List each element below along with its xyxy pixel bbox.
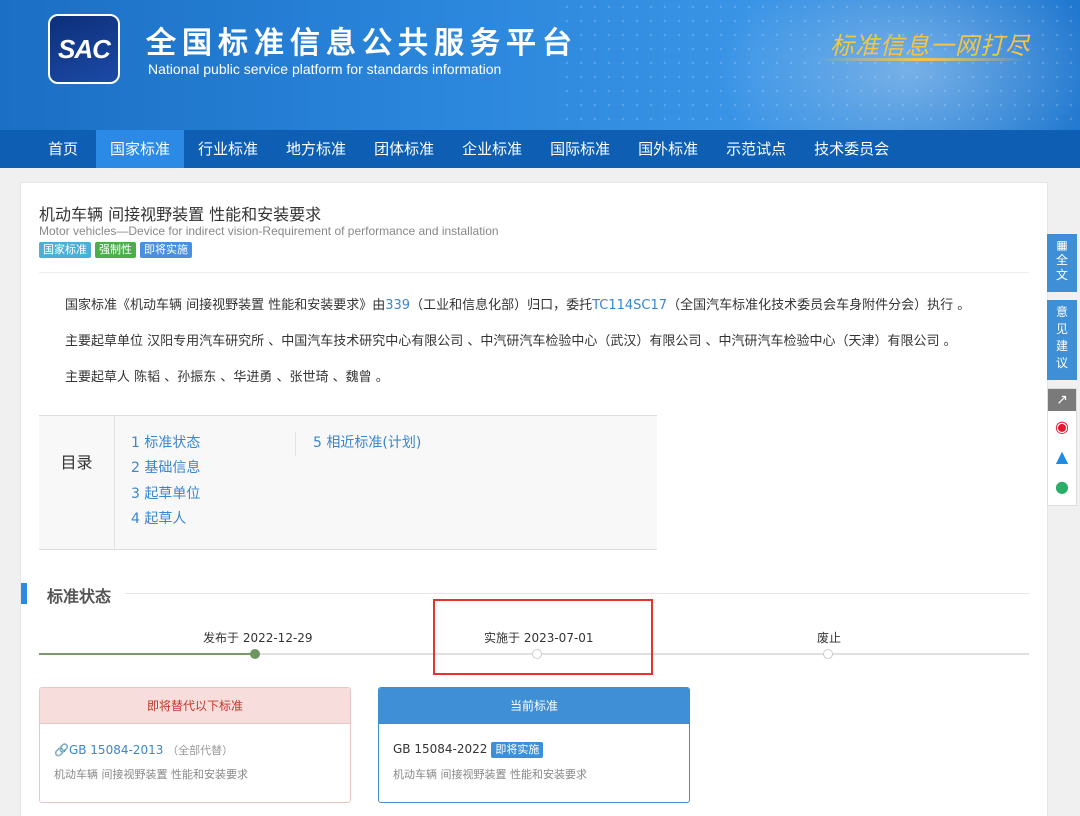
timeline-progress: [39, 653, 255, 655]
tag-national: 国家标准: [39, 242, 91, 258]
table-of-contents: 目录 1 标准状态 2 基础信息 3 起草单位 4 起草人 5 相近标准(计划): [39, 415, 657, 550]
weibo-icon[interactable]: ◉: [1048, 417, 1076, 436]
nav-local-standards[interactable]: 地方标准: [272, 130, 360, 168]
standard-detail-card: 机动车辆 间接视野装置 性能和安装要求 Motor vehicles—Devic…: [20, 182, 1048, 816]
current-header: 当前标准: [379, 688, 689, 724]
summary-suffix: （全国汽车标准化技术委员会车身附件分会）执行 。: [667, 298, 971, 313]
slogan-underline: [818, 58, 1028, 61]
current-standard-entry: GB 15084-2022 即将实施: [393, 742, 544, 758]
replaced-header: 即将替代以下标准: [40, 688, 350, 724]
toc-separator: [295, 432, 296, 456]
ministry-link[interactable]: 339: [385, 298, 410, 313]
section-rule: [125, 593, 1029, 594]
toc-item-similar-standards[interactable]: 5 相近标准(计划): [313, 432, 421, 452]
nav-national-standards[interactable]: 国家标准: [96, 130, 185, 168]
share-icon[interactable]: ↗: [1048, 389, 1076, 411]
header-banner: SAC 全国标准信息公共服务平台 National public service…: [0, 0, 1080, 130]
nav-home[interactable]: 首页: [0, 130, 96, 168]
standard-tags: 国家标准 强制性 即将实施: [39, 242, 192, 258]
link-icon: 🔗: [54, 743, 69, 757]
nav-group-standards[interactable]: 团体标准: [360, 130, 448, 168]
right-float-toolbar: ▦ 全文 意见建议 ↗ ◉ ▲ ●: [1047, 234, 1077, 506]
replaced-standard-entry[interactable]: 🔗GB 15084-2013 （全部代替）: [54, 742, 233, 758]
drafting-units: 主要起草单位 汉阳专用汽车研究所 、中国汽车技术研究中心有限公司 、中汽研汽车检…: [65, 334, 957, 349]
tag-upcoming: 即将实施: [140, 242, 192, 258]
toc-item-drafting-units[interactable]: 3 起草单位: [131, 483, 200, 503]
main-nav: 首页 国家标准 行业标准 地方标准 团体标准 企业标准 国际标准 国外标准 示范…: [0, 130, 1080, 168]
banner-world-map: [560, 0, 1080, 130]
current-standard-box: 当前标准 GB 15084-2022 即将实施 机动车辆 间接视野装置 性能和安装…: [378, 687, 690, 803]
timeline-dot-abolished: [823, 649, 833, 659]
summary-mid: （工业和信息化部）归口，委托: [410, 298, 593, 313]
qq-icon[interactable]: ▲: [1048, 447, 1076, 466]
site-subtitle: National public service platform for sta…: [148, 61, 502, 77]
standard-title: 机动车辆 间接视野装置 性能和安装要求: [39, 205, 322, 224]
summary-paragraph: 国家标准《机动车辆 间接视野装置 性能和安装要求》由339（工业和信息化部）归口…: [65, 294, 970, 313]
full-text-button[interactable]: ▦ 全文: [1047, 234, 1077, 292]
toc-label: 目录: [39, 416, 115, 550]
section-title-status: 标准状态: [47, 587, 112, 606]
site-title: 全国标准信息公共服务平台: [146, 26, 578, 61]
sac-logo[interactable]: SAC: [48, 14, 120, 84]
feedback-label: 意见建议: [1055, 305, 1068, 370]
share-panel: ↗ ◉ ▲ ●: [1047, 388, 1077, 506]
toc-item-status[interactable]: 1 标准状态: [131, 432, 200, 452]
replaced-standards-box: 即将替代以下标准 🔗GB 15084-2013 （全部代替） 机动车辆 间接视野…: [39, 687, 351, 803]
feedback-button[interactable]: 意见建议: [1047, 300, 1077, 380]
toc-item-drafters[interactable]: 4 起草人: [131, 508, 186, 528]
timeline-label-abolished: 废止: [817, 631, 842, 645]
replaced-note: （全部代替）: [167, 744, 234, 757]
logo-text: SAC: [58, 33, 111, 64]
standard-title-en: Motor vehicles—Device for indirect visio…: [39, 224, 499, 238]
toc-item-basic-info[interactable]: 2 基础信息: [131, 457, 200, 477]
divider: [39, 272, 1029, 273]
drafters: 主要起草人 陈韬 、孙振东 、华进勇 、张世琦 、魏曾 。: [65, 370, 389, 385]
timeline-dot-published: [250, 649, 260, 659]
slogan: 标准信息一网打尽: [830, 32, 1030, 60]
section-marker: [21, 583, 27, 604]
current-desc: 机动车辆 间接视野装置 性能和安装要求: [393, 768, 587, 781]
nav-foreign-standards[interactable]: 国外标准: [624, 130, 712, 168]
current-standard-code: GB 15084-2022: [393, 742, 488, 756]
committee-link[interactable]: TC114SC17: [592, 298, 667, 313]
highlight-box: [433, 599, 653, 675]
nav-pilot-demo[interactable]: 示范试点: [712, 130, 800, 168]
nav-enterprise-standards[interactable]: 企业标准: [448, 130, 536, 168]
replaced-desc: 机动车辆 间接视野装置 性能和安装要求: [54, 768, 248, 781]
wechat-icon[interactable]: ●: [1048, 477, 1076, 496]
document-icon: ▦: [1056, 238, 1068, 252]
nav-technical-committee[interactable]: 技术委员会: [800, 130, 903, 168]
current-status-badge: 即将实施: [491, 742, 544, 758]
full-text-label: 全文: [1055, 253, 1068, 282]
summary-prefix: 国家标准《机动车辆 间接视野装置 性能和安装要求》由: [65, 298, 386, 313]
timeline-label-published: 发布于 2022-12-29: [203, 631, 313, 645]
nav-industry-standards[interactable]: 行业标准: [184, 130, 272, 168]
tag-mandatory: 强制性: [95, 242, 136, 258]
replaced-standard-code[interactable]: GB 15084-2013: [69, 743, 163, 757]
nav-international-standards[interactable]: 国际标准: [536, 130, 624, 168]
